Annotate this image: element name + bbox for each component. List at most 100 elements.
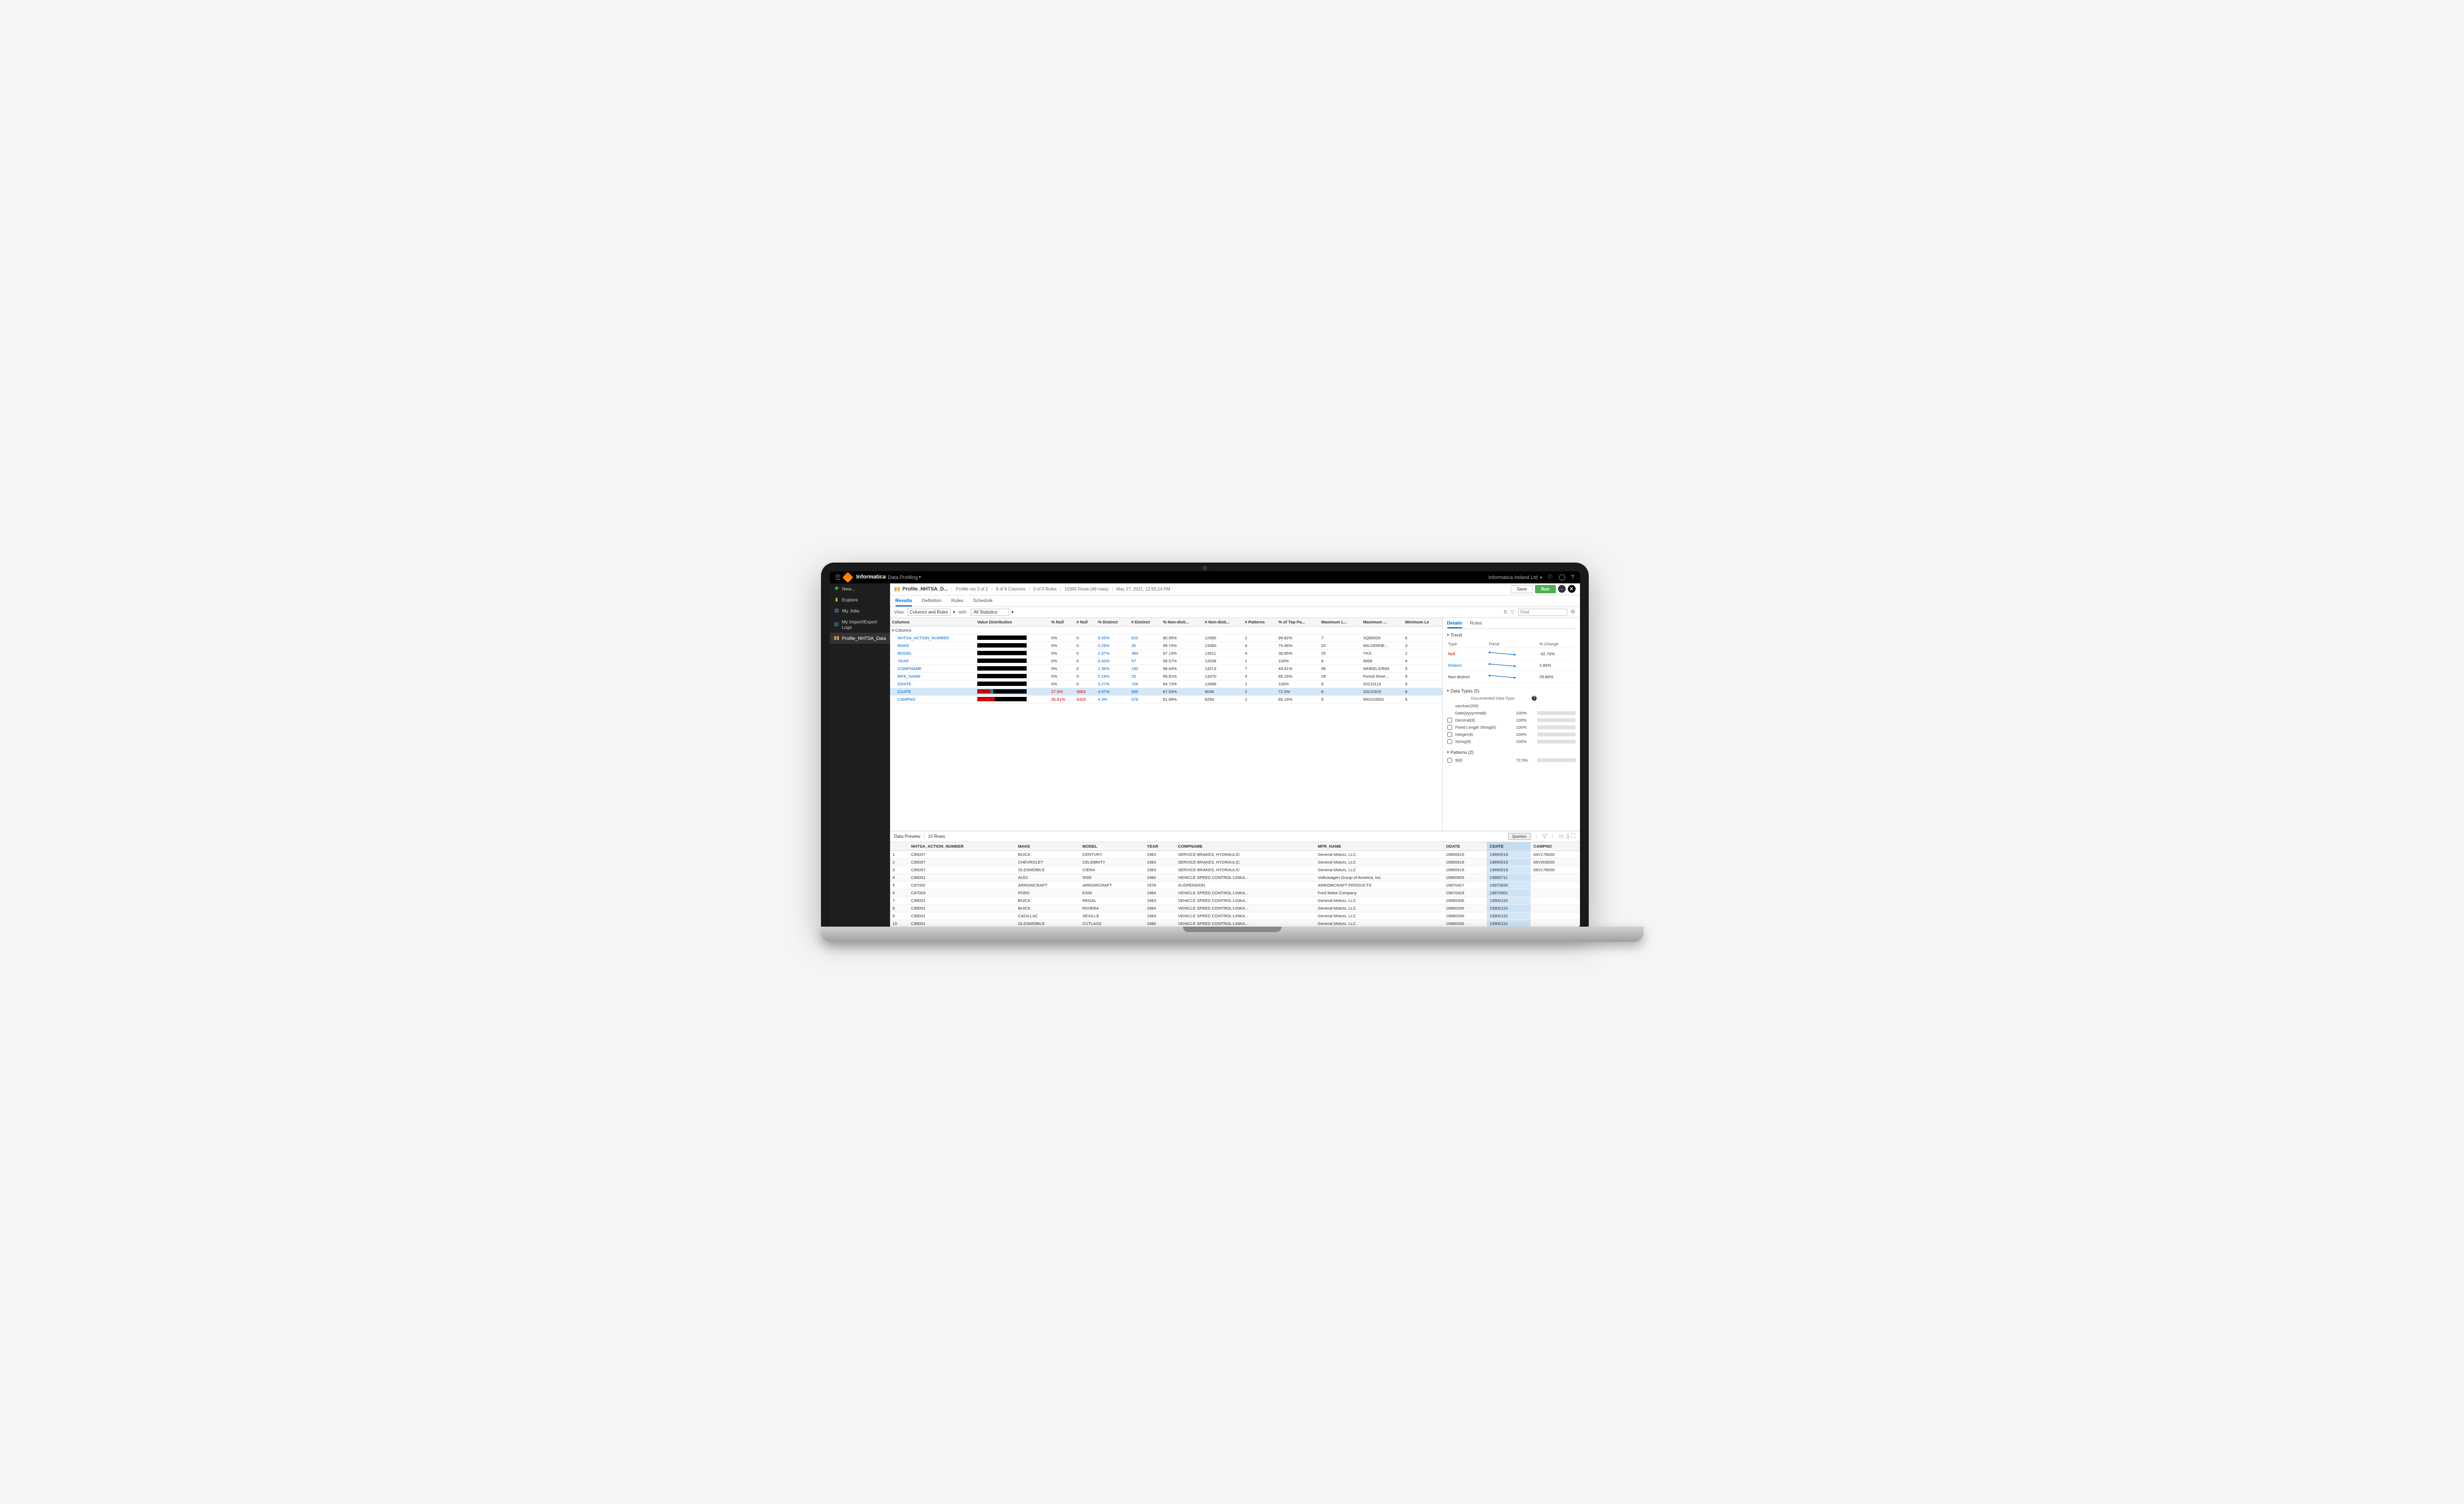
column-header[interactable]: # Non-disti... [1203,618,1243,627]
help-icon[interactable]: ? [1571,574,1574,581]
column-header[interactable]: # Patterns [1243,618,1276,627]
preview-header[interactable]: CDATE [1487,842,1531,851]
preview-row[interactable]: 2C85007CHEVROLETCELEBRITY1983SERVICE BRA… [890,858,1580,866]
sidebar-item[interactable]: ✚New... [830,583,890,594]
view-select-stats[interactable]: All Statistics [971,609,1009,616]
table-row[interactable]: CDATE 27.5% 3683 4.97% 666 67.53% 9046 2… [890,688,1442,695]
datatypes-section-header[interactable]: ▾Data Types (5) [1447,687,1576,695]
datatype-checkbox[interactable] [1447,725,1452,730]
preview-row[interactable]: 8C89001BUICKRIVIERA1984VEHICLE SPEED CON… [890,904,1580,912]
preview-header[interactable]: ODATE [1443,842,1487,851]
table-row[interactable]: MODEL 0% 0 2.87% 384 97.13% 13011 4 36.8… [890,649,1442,657]
section-row[interactable]: ▾ Columns [890,626,1442,634]
column-header[interactable]: Value Distribution [975,618,1049,627]
table-row[interactable]: YEAR 0% 0 0.43% 57 99.57% 13338 1 100% 4… [890,657,1442,665]
preview-row[interactable]: 3C85007OLDSMOBILECIERA1983SERVICE BRAKES… [890,866,1580,873]
column-name-link[interactable]: MFR_NAME [898,674,921,679]
column-name-link[interactable]: MAKE [898,643,909,648]
sidebar-item[interactable]: ▮Explore [830,594,890,605]
datatype-row: Integer(8)100% [1447,731,1576,738]
column-header[interactable]: % of Top Pa... [1276,618,1319,627]
run-button[interactable]: Run [1535,585,1556,593]
trend-section-header[interactable]: ▾Trend [1447,631,1576,639]
column-header[interactable]: # Distinct [1129,618,1161,627]
sub-tab[interactable]: Results [896,598,913,606]
column-header[interactable]: Columns [890,618,975,627]
table-row[interactable]: NHTSA_ACTION_NUMBER 0% 0 6.05% 610 90.95… [890,634,1442,642]
table-row[interactable]: MFR_NAME 0% 0 0.19% 25 99.81% 13370 4 85… [890,672,1442,680]
table-row[interactable]: ODATE 0% 0 5.27% 706 94.73% 12689 1 100%… [890,680,1442,688]
filter-icon[interactable]: ▽ [1511,609,1515,615]
module-label[interactable]: Data Profiling [888,575,917,580]
queries-button[interactable]: Queries [1508,833,1530,840]
preview-header[interactable]: MAKE [1015,842,1079,851]
column-header[interactable]: Maximum ... [1361,618,1403,627]
sub-tab[interactable]: Schedule [973,598,992,606]
more-actions-icon[interactable]: ⋯ [1558,585,1566,593]
org-dropdown[interactable]: Informatica Ireland Ltd ▾ [1488,575,1542,580]
settings-icon[interactable]: ⚙ [1571,609,1576,615]
column-name-link[interactable]: ODATE [898,682,911,686]
datatype-checkbox[interactable] [1447,739,1452,744]
preview-cell: CIERA [1080,866,1144,873]
preview-header[interactable]: CAMPNO [1531,842,1579,851]
column-header[interactable]: Minimum Le [1403,618,1442,627]
column-name-link[interactable]: YEAR [898,659,909,663]
info-icon[interactable]: ? [1532,696,1537,701]
details-tab[interactable]: Rules [1470,620,1482,628]
table-row[interactable]: COMPNAME 0% 0 1.36% 182 98.64% 13213 7 4… [890,665,1442,672]
preview-header[interactable]: COMPNAME [1175,842,1315,851]
column-header[interactable]: # Null [1074,618,1096,627]
save-button[interactable]: Save [1511,585,1533,593]
layout2-icon[interactable]: ▯ [1566,833,1570,839]
menu-icon[interactable]: ☰ [835,574,841,581]
pattern-checkbox[interactable] [1447,758,1452,763]
sidebar-item[interactable]: ▤My Jobs [830,605,890,616]
user-icon[interactable]: ◯ [1559,574,1565,581]
notification-icon[interactable]: ⚐ [1548,574,1553,581]
layout-icon[interactable]: ▭ [1559,833,1564,839]
column-name-link[interactable]: CAMPNO [898,697,916,702]
sort-icon[interactable]: ⇅ [1503,609,1508,615]
preview-header[interactable]: MODEL [1080,842,1144,851]
preview-row[interactable]: 4C86001AUDI50001980VEHICLE SPEED CONTROL… [890,873,1580,881]
sub-tab[interactable]: Definition [922,598,941,606]
sidebar-item[interactable]: ▤My Import/Export Logs [830,616,890,633]
preview-row[interactable]: 9C89001CADILLACSEVILLE1983VEHICLE SPEED … [890,912,1580,920]
preview-header[interactable]: YEAR [1144,842,1175,851]
find-input[interactable] [1518,609,1567,616]
sidebar-label: My Import/Export Logs [842,619,886,630]
column-name-link[interactable]: COMPNAME [898,666,922,671]
preview-rows-label: 10 Rows [928,834,945,839]
close-icon[interactable]: ✕ [1568,585,1576,593]
view-stats-dropdown-icon[interactable]: ▾ [1011,610,1013,615]
column-header[interactable]: % Non-disti... [1161,618,1203,627]
preview-cell [1531,881,1579,889]
preview-header[interactable] [890,842,909,851]
maximize-icon[interactable]: ⛶ [1572,833,1576,839]
preview-row[interactable]: 7C89001BUICKREGAL1983VEHICLE SPEED CONTR… [890,896,1580,904]
column-name-link[interactable]: MODEL [898,651,913,656]
filter-preview-icon[interactable]: ▽ [1543,833,1547,839]
column-header[interactable]: Maximum L... [1319,618,1361,627]
column-header[interactable]: % Null [1049,618,1074,627]
sub-tab[interactable]: Rules [951,598,964,606]
datatype-checkbox[interactable] [1447,718,1452,723]
view-dropdown-icon[interactable]: ▾ [953,610,955,615]
chevron-down-icon[interactable]: ▾ [919,575,921,580]
preview-row[interactable]: 6C87003FORDE3501984VEHICLE SPEED CONTROL… [890,889,1580,896]
preview-row[interactable]: 1C85007BUICKCENTURY1983SERVICE BRAKES, H… [890,850,1580,858]
table-row[interactable]: CAMPNO 35.81% 4329 4.3% 576 61.89% 8290 … [890,695,1442,703]
preview-row[interactable]: 5C87002ARROWCRAFTARROWCRAFT1978SUSPENSIO… [890,881,1580,889]
preview-header[interactable]: MFR_NAME [1315,842,1443,851]
datatype-checkbox[interactable] [1447,732,1452,737]
view-select-columns[interactable]: Columns and Rules [907,609,951,616]
column-name-link[interactable]: CDATE [898,689,911,694]
patterns-section-header[interactable]: ▾Patterns (2) [1447,748,1576,757]
details-tab[interactable]: Details [1447,620,1463,628]
column-name-link[interactable]: NHTSA_ACTION_NUMBER [898,635,950,640]
preview-header[interactable]: NHTSA_ACTION_NUMBER [908,842,1015,851]
sidebar-item[interactable]: ▮▮Profile_NHTSA_Data✕ [830,633,890,644]
table-row[interactable]: MAKE 0% 0 0.26% 35 99.74% 13360 4 75.46%… [890,642,1442,649]
column-header[interactable]: % Distinct [1096,618,1129,627]
